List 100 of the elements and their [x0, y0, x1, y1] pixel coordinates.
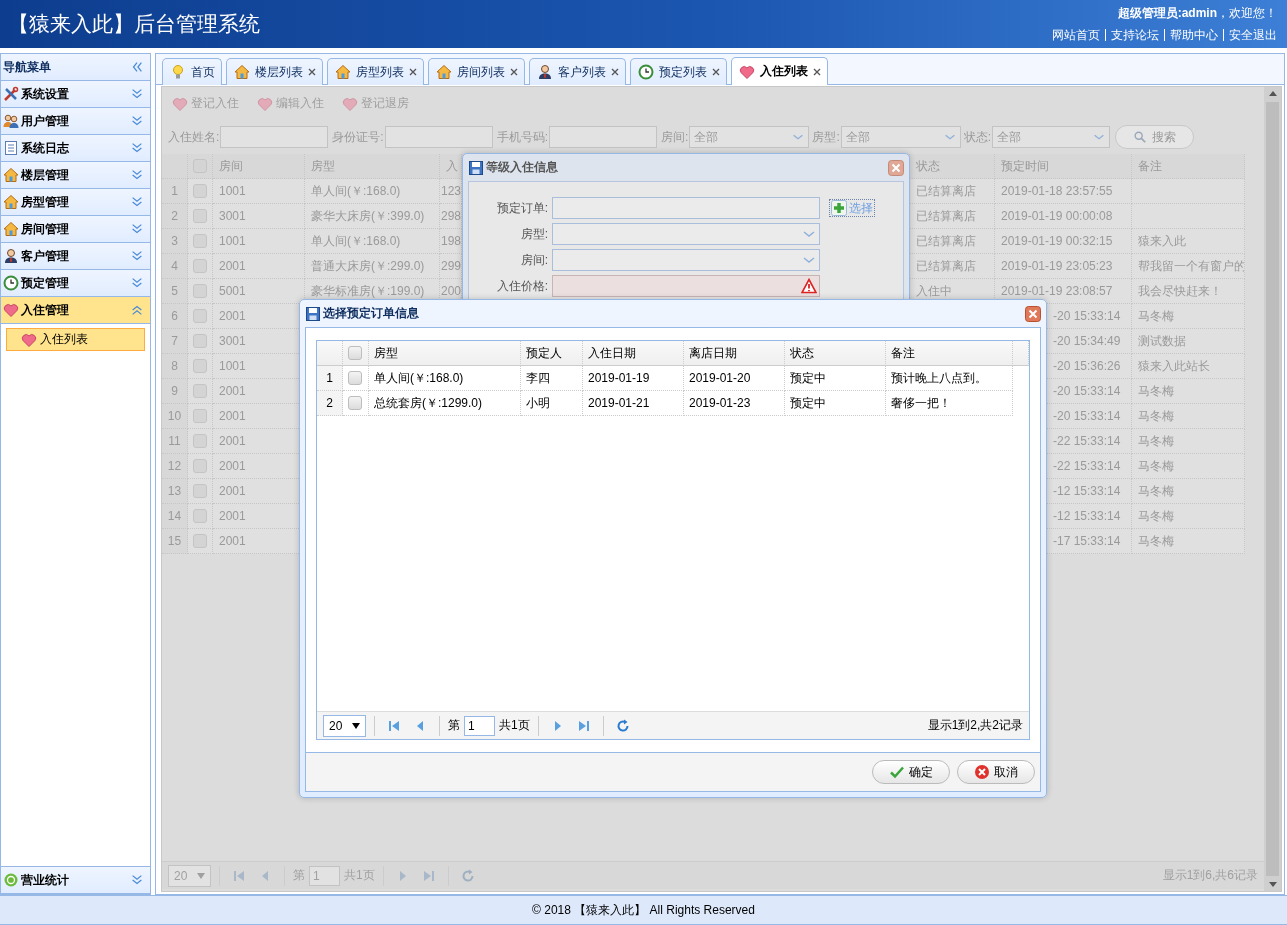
checkbox[interactable]	[193, 334, 207, 348]
sidebar-item[interactable]: 房型管理	[1, 189, 150, 216]
table-cell: 3001	[213, 204, 305, 229]
table-cell: 马冬梅	[1132, 304, 1245, 329]
sidebar-item[interactable]: 预定管理	[1, 270, 150, 297]
table-cell: 奢侈一把！	[886, 391, 1013, 416]
person-icon	[3, 248, 19, 264]
confirm-button[interactable]: 确定	[872, 760, 950, 784]
checkbox[interactable]	[193, 209, 207, 223]
expand-icon	[130, 168, 144, 182]
heart-icon	[342, 95, 358, 112]
checkbox[interactable]	[193, 534, 207, 548]
expand-icon	[130, 249, 144, 263]
dropdown[interactable]	[552, 249, 820, 271]
close-icon[interactable]	[510, 68, 518, 76]
expand-icon	[130, 141, 144, 155]
collapse-icon[interactable]	[130, 60, 144, 74]
table-cell: 马冬梅	[1132, 454, 1245, 479]
table-cell: 1001	[213, 179, 305, 204]
sidebar-item[interactable]: 房间管理	[1, 216, 150, 243]
sidebar-item[interactable]: 入住管理	[1, 297, 150, 324]
checkbox[interactable]	[193, 284, 207, 298]
house-icon	[3, 221, 19, 237]
close-icon[interactable]	[1025, 305, 1041, 322]
save-icon	[305, 305, 321, 322]
checkbox[interactable]	[193, 509, 207, 523]
table-cell: 2019-01-21	[583, 391, 684, 416]
sidebar-item[interactable]: 营业统计	[1, 867, 150, 894]
table-cell: 2019-01-19 00:00:08	[995, 204, 1132, 229]
checkbox[interactable]	[348, 396, 362, 410]
tab[interactable]: 客户列表	[529, 58, 626, 85]
header-link[interactable]: 帮助中心	[1165, 26, 1223, 44]
table-cell: 李四	[521, 366, 583, 391]
page-count: 共1页	[499, 717, 530, 734]
sidebar-subitem[interactable]: 入住列表	[6, 328, 145, 351]
close-icon[interactable]	[308, 68, 316, 76]
sidebar-item[interactable]: 用户管理	[1, 108, 150, 135]
checkbox[interactable]	[348, 346, 362, 360]
field-label: 房型:	[519, 225, 549, 243]
close-icon[interactable]	[813, 67, 821, 76]
checkbox[interactable]	[193, 434, 207, 448]
checkbox[interactable]	[193, 409, 207, 423]
checkbox[interactable]	[193, 384, 207, 398]
table-cell: 猿来入此	[1132, 229, 1245, 254]
users-icon	[3, 113, 19, 129]
sidebar-item[interactable]: 客户管理	[1, 243, 150, 270]
header-link[interactable]: 安全退出	[1224, 26, 1277, 44]
table-cell: 马冬梅	[1132, 429, 1245, 454]
tab[interactable]: 楼层列表	[226, 58, 323, 85]
dropdown[interactable]	[552, 223, 820, 245]
table-cell: 总统套房(￥:1299.0)	[369, 391, 521, 416]
input-field[interactable]	[549, 126, 658, 148]
tab[interactable]: 入住列表	[731, 57, 828, 85]
row-number: 15	[162, 529, 188, 554]
checkbox[interactable]	[193, 259, 207, 273]
heart-icon	[739, 63, 755, 80]
cancel-button[interactable]: 取消	[957, 760, 1035, 784]
tab[interactable]: 房间列表	[428, 58, 525, 85]
page-number-field[interactable]: 1	[464, 715, 495, 736]
row-number: 14	[162, 504, 188, 529]
cancel-icon	[974, 764, 990, 780]
checkbox[interactable]	[193, 484, 207, 498]
page-size-select[interactable]: 20	[323, 714, 366, 737]
column-header: 房间	[213, 154, 305, 179]
checkbox[interactable]	[348, 371, 362, 385]
input-field[interactable]	[220, 126, 329, 148]
tab[interactable]: 首页	[162, 58, 222, 85]
checkbox[interactable]	[193, 459, 207, 473]
warning-icon	[801, 278, 817, 294]
table-cell: 单人间(￥:168.0)	[305, 179, 440, 204]
table-cell: 2001	[213, 254, 305, 279]
table-cell: 马冬梅	[1132, 404, 1245, 429]
close-icon[interactable]	[409, 68, 417, 76]
document-icon	[3, 140, 19, 156]
house-icon	[3, 167, 19, 183]
table-cell: 马冬梅	[1132, 529, 1245, 554]
tab[interactable]: 预定列表	[630, 58, 727, 85]
header-link[interactable]: 网站首页	[1047, 26, 1105, 44]
tab[interactable]: 房型列表	[327, 58, 424, 85]
heart-icon	[3, 302, 19, 318]
row-number: 8	[162, 354, 188, 379]
table-cell: 单人间(￥:168.0)	[305, 229, 440, 254]
checkbox[interactable]	[193, 184, 207, 198]
input-field[interactable]	[552, 275, 820, 297]
table-cell: 我会尽快赶来！	[1132, 279, 1245, 304]
scrollbar[interactable]	[1264, 87, 1281, 891]
sidebar-item[interactable]: 楼层管理	[1, 162, 150, 189]
input-field[interactable]	[384, 126, 493, 148]
header-link[interactable]: 支持论坛	[1106, 26, 1164, 44]
table-cell: 普通大床房(￥:299.0)	[305, 254, 440, 279]
checkbox[interactable]	[193, 309, 207, 323]
row-number: 1	[162, 179, 188, 204]
checkbox[interactable]	[193, 234, 207, 248]
sidebar-item[interactable]: 系统日志	[1, 135, 150, 162]
sidebar-item[interactable]: 系统设置	[1, 81, 150, 108]
close-icon[interactable]	[712, 68, 720, 76]
input-field[interactable]	[552, 197, 820, 219]
checkbox[interactable]	[193, 359, 207, 373]
close-icon[interactable]	[611, 68, 619, 76]
row-number: 9	[162, 379, 188, 404]
